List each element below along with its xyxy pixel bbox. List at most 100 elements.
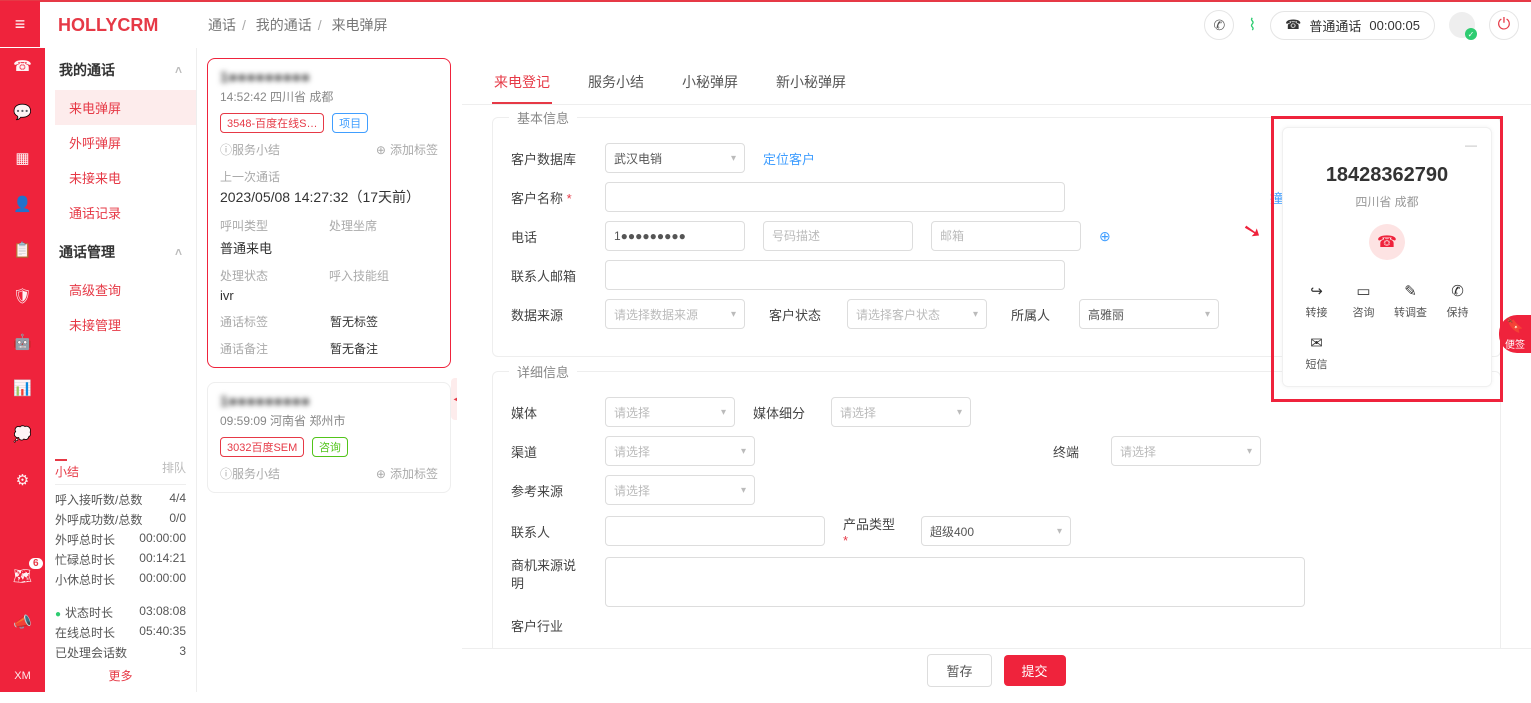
label-data-source: 数据来源 (511, 305, 587, 324)
nav-item-incoming-popup[interactable]: 来电弹屏 (55, 90, 196, 125)
call-card[interactable]: 1●●●●●●●●● 14:52:42 四川省 成都 3548-百度在线S… 项… (207, 58, 451, 368)
select-terminal[interactable]: 请选择▾ (1111, 436, 1261, 466)
rail-shield-icon[interactable]: 🛡 (11, 284, 35, 308)
call-card[interactable]: 1●●●●●●●●● 09:59:09 河南省 郑州市 3032百度SEM 咨询… (207, 382, 451, 493)
select-media[interactable]: 请选择▾ (605, 397, 735, 427)
dialer-icon[interactable]: ✆ (1204, 10, 1234, 40)
stat-label: 状态时长 (55, 604, 113, 621)
rail-clipboard-icon[interactable]: 📋 (11, 238, 35, 262)
rail-user-icon[interactable]: 👤 (11, 192, 35, 216)
tag-consult: 咨询 (312, 437, 348, 457)
side-nav: 我的通话˄ 来电弹屏 外呼弹屏 未接来电 通话记录 通话管理˄ 高级查询 未接管… (45, 48, 197, 692)
select-media-sub[interactable]: 请选择▾ (831, 397, 971, 427)
column-collapse-handle[interactable]: ◂ (451, 378, 457, 420)
label-contact-email: 联系人邮箱 (511, 266, 587, 285)
add-tag-link[interactable]: 添加标签 (390, 141, 438, 158)
select-channel[interactable]: 请选择▾ (605, 436, 755, 466)
tab-incoming-register[interactable]: 来电登记 (492, 62, 552, 104)
locate-customer-link[interactable]: 定位客户 (763, 149, 815, 168)
select-data-source[interactable]: 请选择数据来源▾ (605, 299, 745, 329)
nav-group-my-calls[interactable]: 我的通话˄ (45, 48, 196, 90)
select-owner[interactable]: 高雅丽▾ (1079, 299, 1219, 329)
call-status[interactable]: ☎ 普通通话 00:00:05 (1270, 11, 1435, 40)
action-consult[interactable]: ▭咨询 (1340, 276, 1387, 328)
label-customer-status: 客户状态 (769, 305, 829, 324)
rail-phone-icon[interactable]: ☎ (11, 54, 35, 78)
call-timer: 00:00:05 (1369, 18, 1420, 33)
action-hold[interactable]: ✆保持 (1434, 276, 1481, 328)
input-contact[interactable] (605, 516, 825, 546)
add-tag-link[interactable]: 添加标签 (390, 465, 438, 482)
stat-value: 4/4 (169, 491, 186, 508)
service-summary-link[interactable]: 服务小结 (232, 465, 280, 482)
chevron-up-icon: ˄ (175, 63, 182, 77)
label-reference: 参考来源 (511, 481, 587, 500)
stats-more-link[interactable]: 更多 (55, 667, 186, 684)
stat-label: 呼入接听数/总数 (55, 491, 142, 508)
action-sms[interactable]: ✉短信 (1293, 328, 1340, 380)
select-customer-status[interactable]: 请选择客户状态▾ (847, 299, 987, 329)
rail-robot-icon[interactable]: 🤖 (11, 330, 35, 354)
nav-group-call-manage[interactable]: 通话管理˄ (45, 230, 196, 272)
nav-item-missed[interactable]: 未接来电 (55, 160, 196, 195)
rail-megaphone-icon[interactable]: 📣 (11, 610, 35, 634)
consult-icon: ▭ (1340, 282, 1387, 300)
tab-new-xiaomi-popup[interactable]: 新小秘弹屏 (774, 62, 848, 104)
minimize-icon[interactable]: — (1293, 138, 1481, 152)
textarea-biz-source[interactable] (605, 557, 1305, 607)
rail-chat-icon[interactable]: 💬 (11, 100, 35, 124)
caller-location: 四川省 成都 (1293, 193, 1481, 210)
input-phone-desc[interactable] (763, 221, 913, 251)
caller-card: — 18428362790 四川省 成都 ☎ ↪转接 ▭咨询 ✎转调查 ✆保持 … (1282, 127, 1492, 387)
call-list-column: 1●●●●●●●●● 14:52:42 四川省 成都 3548-百度在线S… 项… (197, 48, 457, 692)
save-draft-button[interactable]: 暂存 (927, 654, 991, 687)
annotation-box: — 18428362790 四川省 成都 ☎ ↪转接 ▭咨询 ✎转调查 ✆保持 … (1271, 116, 1503, 402)
input-email[interactable] (931, 221, 1081, 251)
rail-stats-icon[interactable]: 📊 (11, 376, 35, 400)
power-icon[interactable]: ⏻ (1489, 10, 1519, 40)
submit-button[interactable]: 提交 (1004, 655, 1066, 686)
kv-label: 通话标签 (220, 313, 330, 330)
input-phone-number[interactable]: 1●●●●●●●●● (605, 221, 745, 251)
rail-msgs-icon[interactable]: 💭 (11, 422, 35, 446)
action-survey[interactable]: ✎转调查 (1387, 276, 1434, 328)
label-phone: 电话 (511, 227, 587, 246)
service-summary-link[interactable]: 服务小结 (232, 141, 280, 158)
add-phone-icon[interactable]: ⊕ (1099, 228, 1111, 245)
stats-tab-queue[interactable]: 排队 (162, 459, 186, 480)
tab-xiaomi-popup[interactable]: 小秘弹屏 (680, 62, 740, 104)
stat-value: 0/0 (169, 511, 186, 528)
input-customer-name[interactable] (605, 182, 1065, 212)
hold-icon: ✆ (1434, 282, 1481, 300)
action-transfer[interactable]: ↪转接 (1293, 276, 1340, 328)
menu-toggle[interactable]: ≡ (0, 1, 40, 47)
nav-item-call-log[interactable]: 通话记录 (55, 195, 196, 230)
nav-item-outgoing-popup[interactable]: 外呼弹屏 (55, 125, 196, 160)
avatar[interactable] (1449, 12, 1475, 38)
select-reference[interactable]: 请选择▾ (605, 475, 755, 505)
stats-tab-summary[interactable]: 小结 (55, 459, 79, 480)
tag-source: 3032百度SEM (220, 437, 304, 457)
select-product-type[interactable]: 超级400▾ (921, 516, 1071, 546)
last-call-label: 上一次通话 (220, 168, 438, 185)
chevron-up-icon: ˄ (175, 245, 182, 259)
label-contact: 联系人 (511, 522, 587, 541)
bookmark-icon: 🔖 (1506, 317, 1523, 334)
stat-value: 3 (179, 644, 186, 661)
stat-label: 忙碌总时长 (55, 551, 115, 568)
tab-bar: 来电登记 服务小结 小秘弹屏 新小秘弹屏 (462, 48, 1531, 105)
select-customer-db[interactable]: 武汉电销▾ (605, 143, 745, 173)
label-media: 媒体 (511, 403, 587, 422)
bookmark-float[interactable]: 🔖 便签 (1499, 315, 1531, 353)
rail-badge: 6 (29, 558, 43, 569)
transfer-icon: ↪ (1293, 282, 1340, 300)
input-contact-email[interactable] (605, 260, 1065, 290)
nav-item-advanced-query[interactable]: 高级查询 (55, 272, 196, 307)
nav-item-missed-manage[interactable]: 未接管理 (55, 307, 196, 342)
rail-gear-icon[interactable]: ⚙ (11, 468, 35, 492)
rail-xm-label[interactable]: XM (14, 670, 31, 682)
kv-label: 呼叫类型 (220, 217, 329, 234)
tab-service-summary[interactable]: 服务小结 (586, 62, 646, 104)
rail-grid-icon[interactable]: ▦ (11, 146, 35, 170)
plus-icon: ⊕ (376, 467, 386, 481)
